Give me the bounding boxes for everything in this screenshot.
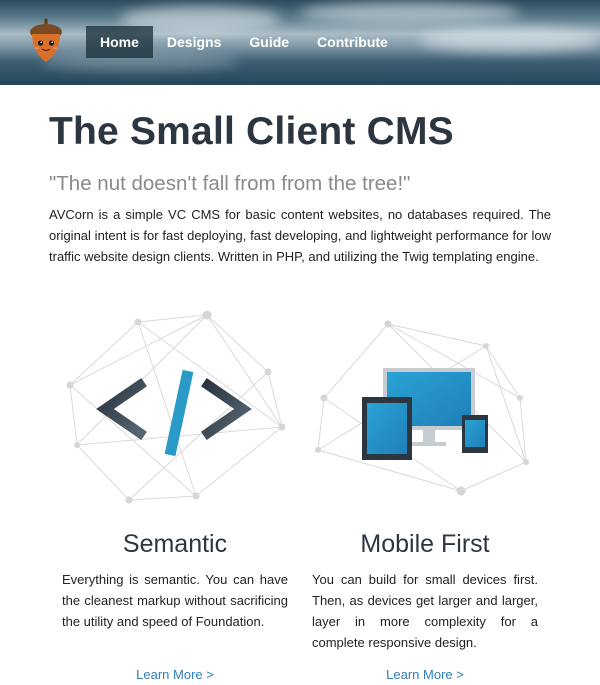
page-title: The Small Client CMS — [49, 110, 454, 153]
site-header: Home Designs Guide Contribute — [0, 0, 600, 85]
intro-paragraph: AVCorn is a simple VC CMS for basic cont… — [49, 207, 551, 264]
learn-more-link-semantic[interactable]: Learn More > — [62, 667, 288, 682]
feature-text-mobile-first: You can build for small devices first. T… — [312, 572, 538, 650]
main-nav: Home Designs Guide Contribute — [86, 26, 402, 58]
learn-more-link-mobile-first[interactable]: Learn More > — [312, 667, 538, 682]
nav-contribute[interactable]: Contribute — [303, 26, 402, 58]
tagline: "The nut doesn't fall from from the tree… — [49, 172, 411, 195]
nav-home[interactable]: Home — [86, 26, 153, 58]
code-brackets-icon — [60, 305, 300, 510]
devices-icon — [310, 315, 535, 500]
nav-designs[interactable]: Designs — [153, 26, 235, 58]
acorn-logo-icon[interactable] — [28, 18, 64, 64]
feature-text-semantic: Everything is semantic. You can have the… — [62, 572, 288, 629]
nav-guide[interactable]: Guide — [235, 26, 303, 58]
feature-title-mobile-first: Mobile First — [360, 530, 490, 558]
feature-title-semantic: Semantic — [122, 530, 228, 558]
